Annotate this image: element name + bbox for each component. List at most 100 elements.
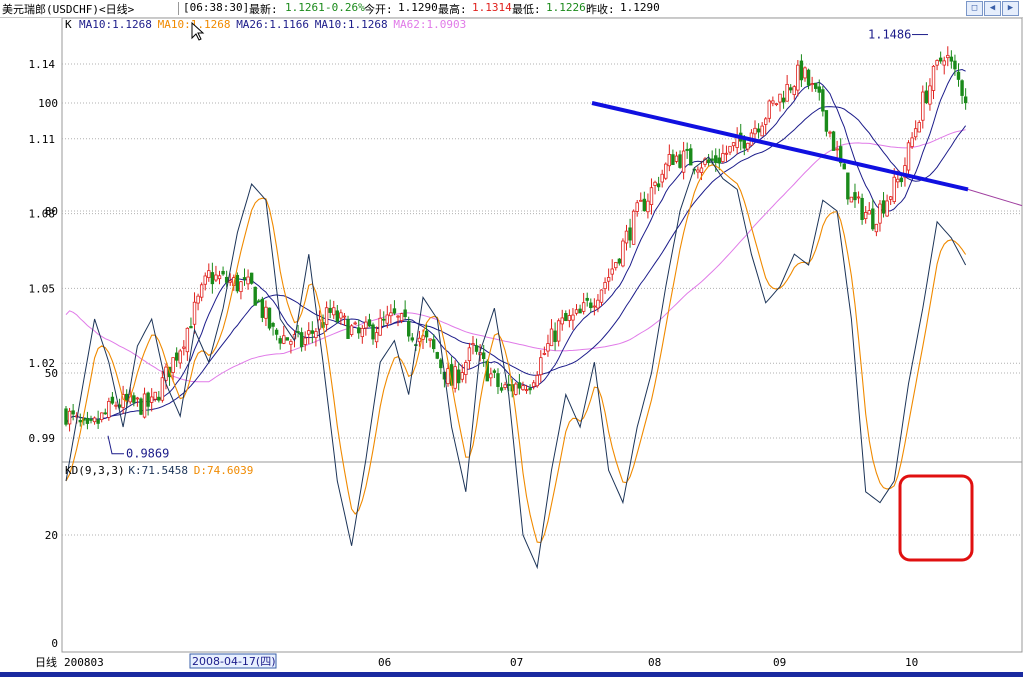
candle-body: [453, 366, 457, 389]
candle-body: [228, 280, 232, 283]
chart-area: 1.141.111.081.051.020.991008050200 1.148…: [29, 17, 1023, 669]
candle-body: [185, 327, 190, 353]
candle-body: [603, 282, 607, 290]
candle-body: [546, 343, 550, 352]
candle-body: [928, 85, 932, 105]
candle-body: [731, 142, 736, 147]
x-tick-label: 200803: [64, 656, 104, 669]
candle-body: [764, 118, 768, 125]
trendline-extension: [967, 188, 1023, 207]
candle-body: [946, 54, 950, 59]
candle-body: [678, 154, 682, 168]
candle-body: [610, 268, 614, 275]
candle-body: [289, 341, 293, 345]
candle-body: [899, 177, 904, 183]
open-value: 1.1290: [398, 1, 438, 14]
candle-body: [642, 198, 647, 212]
candle-body: [360, 327, 365, 338]
kd-legend-prefix: KD(9,3,3): [65, 464, 125, 477]
candle-body: [146, 392, 150, 407]
candle-body: [260, 298, 265, 318]
kd-lines: [65, 101, 1023, 570]
candle-body: [142, 393, 147, 418]
candle-body: [706, 159, 711, 164]
candle-body: [424, 330, 429, 338]
candle-body: [374, 332, 379, 343]
candle-body: [881, 200, 886, 214]
forward-icon[interactable]: ▶: [1002, 1, 1019, 16]
candle-body: [728, 145, 732, 153]
candle-body: [239, 281, 243, 293]
candle-body: [439, 359, 443, 369]
candle-body: [307, 330, 311, 335]
high-value: 1.1314: [472, 1, 512, 14]
candle-body: [85, 417, 90, 424]
quote-header: 美元瑞郎(USDCHF)<日线> [06:38:30] 最新: 1.1261 -…: [0, 0, 1023, 18]
candle-body: [349, 325, 354, 335]
candle-body: [696, 169, 700, 173]
candle-body: [639, 199, 643, 202]
candle-body: [810, 83, 814, 86]
price-legend-prefix: K: [65, 18, 72, 31]
candle-body: [267, 307, 272, 329]
candle-body: [149, 396, 154, 403]
candle-body: [278, 338, 282, 344]
candle-body: [224, 276, 229, 283]
candle-body: [135, 397, 140, 400]
candle-body: [656, 183, 661, 188]
candle-body: [78, 419, 82, 423]
candle-body: [860, 197, 864, 220]
candle-body: [571, 314, 575, 321]
candle-body: [528, 387, 532, 391]
candle-body: [660, 173, 664, 183]
kd-y-tick-label: 0: [51, 637, 58, 650]
candle-body: [339, 312, 343, 319]
restore-icon[interactable]: □: [966, 1, 983, 16]
ma26-line-group: [65, 106, 967, 425]
candle-body: [564, 313, 568, 322]
ma10-line: [65, 68, 966, 425]
candle-body: [314, 331, 318, 339]
candle-body: [264, 306, 268, 319]
symbol-title: 美元瑞郎(USDCHF)<日线>: [2, 3, 135, 16]
candle-body: [574, 309, 579, 314]
price-legend-item: MA62:1.0903: [393, 18, 466, 31]
candle-body: [796, 64, 800, 91]
candle-body: [781, 97, 786, 103]
candle-body: [935, 60, 939, 66]
candle-body: [921, 91, 925, 121]
y-tick-label: 1.05: [29, 282, 56, 295]
candle-body: [931, 65, 936, 91]
candle-body: [64, 408, 68, 425]
candle-body: [481, 352, 486, 359]
candle-body: [174, 352, 179, 361]
candle-body: [139, 398, 143, 415]
candle-body: [853, 192, 857, 201]
candle-body: [214, 274, 218, 281]
candle-body: [942, 60, 946, 66]
candle-body: [624, 230, 629, 244]
candle-body: [699, 167, 704, 173]
kd-y-tick-label: 80: [45, 205, 58, 218]
candle-body: [217, 275, 222, 280]
candle-body: [856, 196, 861, 199]
candle-body: [428, 338, 432, 341]
candle-body: [531, 382, 536, 387]
candle-body: [938, 57, 943, 62]
candle-body: [110, 396, 115, 404]
prev-close-value: 1.1290: [620, 1, 660, 14]
x-tick-label: 07: [510, 656, 523, 669]
candle-body: [489, 373, 493, 379]
candle-body: [606, 277, 611, 282]
candle-body: [96, 419, 100, 424]
back-icon[interactable]: ◀: [984, 1, 1001, 16]
candle-body: [399, 313, 404, 321]
candle-body: [885, 200, 889, 217]
candle-body: [631, 210, 636, 245]
candle-body: [435, 352, 439, 359]
candle-body: [199, 284, 204, 298]
candles: [64, 46, 968, 432]
candle-body: [824, 110, 829, 132]
candle-body: [353, 322, 357, 325]
candle-body: [567, 315, 572, 321]
